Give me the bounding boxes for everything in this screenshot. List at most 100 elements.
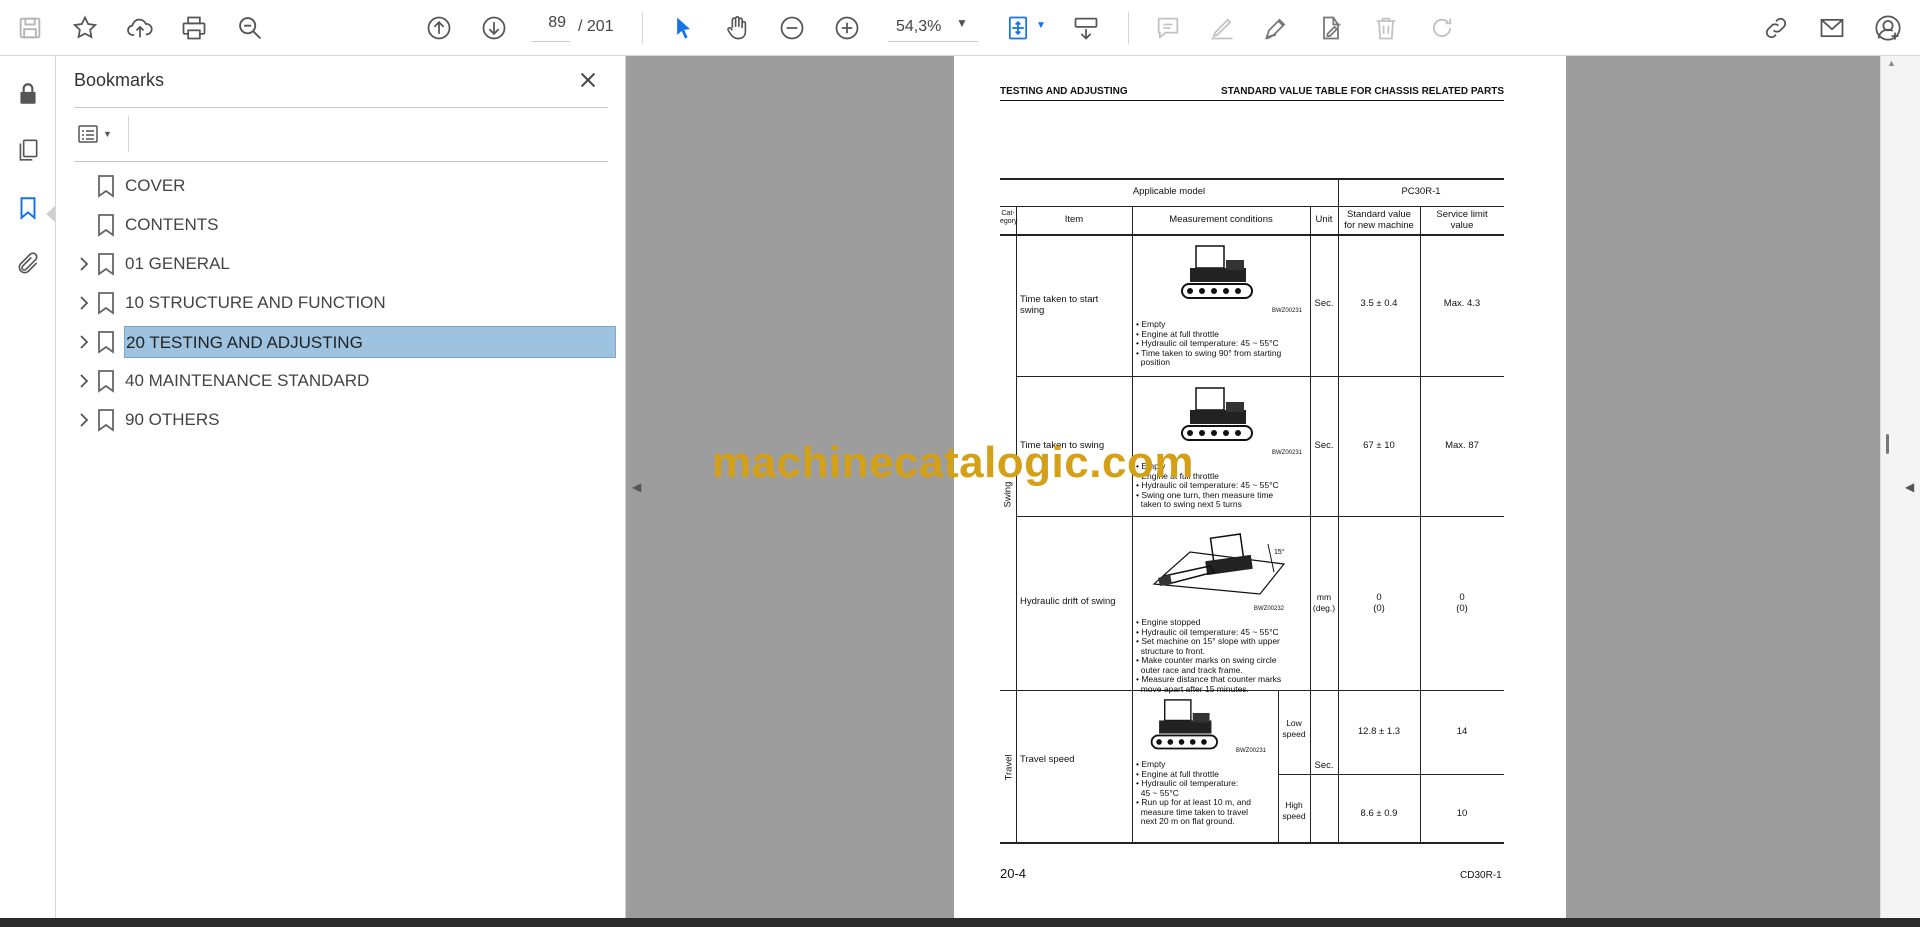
bookmark-options-button[interactable]: ▼ [76, 120, 122, 148]
table-rule [1016, 376, 1504, 377]
search-zoom-icon[interactable] [232, 10, 268, 46]
scroll-up-icon[interactable]: ▲ [1887, 58, 1896, 68]
table-rule [1016, 516, 1504, 517]
high-speed-label: High speed [1282, 800, 1306, 821]
add-user-icon[interactable] [1870, 10, 1906, 46]
hand-tool-icon[interactable] [719, 10, 755, 46]
chevron-right-icon[interactable] [74, 293, 94, 313]
row-unit: Sec. [1314, 298, 1334, 309]
active-panel-pointer [46, 206, 55, 222]
unit-header: Unit [1315, 214, 1333, 225]
scroll-thumb[interactable] [1886, 434, 1889, 454]
options-divider [128, 116, 129, 152]
toolbar: 89 / 201 54,3% ▼ ▼ [0, 0, 1920, 56]
taskbar-strip [0, 918, 1920, 927]
lock-icon[interactable] [10, 76, 46, 112]
highlight-pen-icon[interactable] [1204, 10, 1240, 46]
applicable-model-label: Applicable model [1132, 186, 1206, 197]
page-total: / 201 [578, 18, 614, 35]
next-page-icon[interactable] [476, 10, 512, 46]
vertical-scrollbar[interactable]: ▲ ◀ [1880, 56, 1920, 918]
svg-text:15°: 15° [1274, 548, 1285, 556]
star-icon[interactable] [67, 10, 103, 46]
row-limit: 0 (0) [1456, 592, 1468, 614]
row-unit: Sec. [1314, 760, 1334, 771]
figure-code: BWZ00231 [1272, 450, 1303, 456]
chevron-right-icon[interactable] [74, 371, 94, 391]
print-icon[interactable] [176, 10, 212, 46]
bookmark-icon [98, 409, 114, 432]
low-speed-label: Low speed [1282, 718, 1306, 739]
conditions-header: Measurement conditions [1169, 214, 1273, 225]
edit-document-icon[interactable] [1313, 10, 1349, 46]
fit-page-icon[interactable] [1000, 10, 1036, 46]
table-rule [1000, 206, 1504, 207]
redo-icon[interactable] [1424, 10, 1460, 46]
standard-value-table: Applicable model PC30R-1 Cat- egory Item… [1000, 178, 1504, 844]
share-link-icon[interactable] [1758, 10, 1794, 46]
delete-icon[interactable] [1368, 10, 1404, 46]
panel-divider [74, 161, 608, 162]
table-rule [1000, 234, 1504, 236]
scroll-mode-icon[interactable] [1068, 10, 1104, 46]
expand-right-panel-icon[interactable]: ◀ [1905, 480, 1914, 494]
limit-header: Service limit value [1436, 209, 1488, 231]
upload-cloud-icon[interactable] [122, 10, 158, 46]
row-item: Hydraulic drift of swing [1020, 596, 1116, 607]
draw-pen-icon[interactable] [1258, 10, 1294, 46]
excavator-figure [1181, 245, 1253, 299]
table-rule [1016, 206, 1017, 842]
select-cursor-icon[interactable] [665, 10, 701, 46]
bookmark-item-general[interactable]: 01 GENERAL [74, 248, 614, 280]
excavator-figure [1150, 699, 1218, 750]
slope-excavator-figure: 15° [1152, 533, 1286, 595]
chevron-right-icon[interactable] [74, 332, 94, 352]
zoom-in-icon[interactable] [829, 10, 865, 46]
header-rule [1000, 100, 1504, 101]
page-thumbnails-icon[interactable] [10, 132, 46, 168]
attachment-icon[interactable] [10, 246, 46, 282]
bookmark-label: 20 TESTING AND ADJUSTING [124, 326, 616, 358]
bookmark-label: 10 STRUCTURE AND FUNCTION [125, 293, 386, 312]
row-standard: 67 ± 10 [1363, 440, 1395, 451]
bookmark-item-contents[interactable]: CONTENTS [74, 209, 614, 241]
standard-header: Standard value for new machine [1344, 209, 1414, 231]
row-conditions: • Empty • Engine at full throttle • Hydr… [1136, 319, 1282, 367]
row-unit: Sec. [1314, 440, 1334, 451]
row-item: Travel speed [1020, 754, 1075, 765]
bookmark-icon [98, 331, 114, 354]
row-unit: mm (deg.) [1312, 592, 1336, 613]
bookmarks-panel: Bookmarks ▼ COVER CONTENTS 01 GENERAL 10… [56, 56, 626, 918]
table-rule [1000, 842, 1504, 844]
table-rule [1000, 178, 1504, 180]
row-conditions: • Engine stopped • Hydraulic oil tempera… [1136, 617, 1282, 694]
page-header-right: STANDARD VALUE TABLE FOR CHASSIS RELATED… [1221, 86, 1504, 97]
page-header-left: TESTING AND ADJUSTING [1000, 86, 1128, 97]
row-limit-low: 14 [1456, 726, 1468, 737]
bookmark-item-others[interactable]: 90 OTHERS [74, 404, 614, 436]
bookmark-item-testing[interactable]: 20 TESTING AND ADJUSTING [74, 326, 616, 358]
row-conditions: • Empty • Engine at full throttle • Hydr… [1136, 759, 1251, 826]
bookmark-item-cover[interactable]: COVER [74, 170, 614, 202]
table-rule [1132, 206, 1133, 842]
zoom-dropdown-icon[interactable]: ▼ [956, 16, 968, 30]
bookmark-panel-icon[interactable] [10, 190, 46, 226]
fit-dropdown-icon[interactable]: ▼ [1036, 20, 1046, 31]
save-icon[interactable] [12, 10, 48, 46]
previous-page-icon[interactable] [421, 10, 457, 46]
page-number-input[interactable]: 89 [532, 14, 570, 42]
comment-icon[interactable] [1150, 10, 1186, 46]
email-icon[interactable] [1814, 10, 1850, 46]
category-header: Cat- egory [1000, 210, 1018, 225]
chevron-right-icon[interactable] [74, 410, 94, 430]
collapse-panel-icon[interactable]: ◀ [632, 480, 641, 494]
chevron-right-icon[interactable] [74, 254, 94, 274]
table-rule [1338, 178, 1339, 842]
bookmark-item-maintenance[interactable]: 40 MAINTENANCE STANDARD [74, 365, 614, 397]
bookmark-label: CONTENTS [125, 215, 219, 234]
bookmark-item-structure[interactable]: 10 STRUCTURE AND FUNCTION [74, 287, 614, 319]
zoom-out-icon[interactable] [774, 10, 810, 46]
row-limit: Max. 87 [1445, 440, 1479, 451]
close-icon[interactable] [574, 66, 602, 94]
bookmark-icon [98, 214, 114, 237]
